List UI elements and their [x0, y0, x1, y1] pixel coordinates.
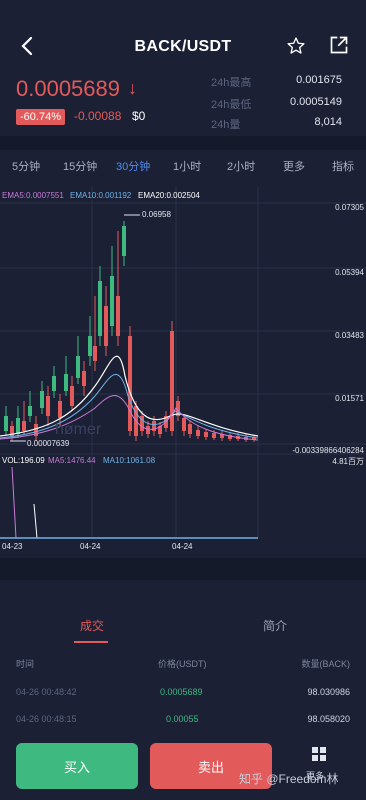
max-price-label: 0.06958 — [142, 210, 171, 219]
y-tick: -0.00339866406284 — [292, 446, 364, 455]
chart-watermark: hømer — [55, 421, 102, 438]
tab-1h[interactable]: 1小时 — [173, 158, 201, 174]
candle-body — [76, 356, 80, 378]
candle-body — [188, 424, 192, 434]
y-tick: 0.05394 — [335, 268, 364, 277]
tab-indicators[interactable]: 指标 — [332, 158, 354, 174]
y-tick: 0.07305 — [335, 203, 364, 212]
candle-body — [22, 421, 26, 431]
x-tick: 04-24 — [172, 542, 193, 551]
last-price: 0.0005689 — [16, 76, 120, 101]
tab-intro[interactable]: 简介 — [263, 617, 287, 634]
trade-time: 04-26 00:48:42 — [16, 687, 77, 697]
candlestick-svg: hømer — [0, 186, 366, 539]
candle-body — [128, 336, 132, 431]
candle-body — [116, 296, 120, 336]
change-amount: -0.00088 — [74, 109, 122, 123]
candle-body — [110, 276, 114, 326]
candle-body — [40, 391, 44, 408]
x-tick: 04-23 — [2, 542, 23, 551]
y-tick: 0.01571 — [335, 394, 364, 403]
column-quantity: 数量(BACK) — [301, 659, 350, 669]
bottom-action-bar: 买入 卖出 更多 — [0, 735, 366, 800]
kline-chart[interactable]: hømer — [0, 186, 366, 556]
tab-30min[interactable]: 30分钟 — [116, 158, 150, 174]
volume-max-label: 4.81百万 — [332, 457, 364, 466]
volume-value: 8,014 — [314, 116, 342, 128]
vol-ma10-label: MA10:1061.08 — [103, 456, 156, 465]
ema5-label: EMA5:0.0007551 — [2, 191, 64, 200]
candle-body — [93, 346, 97, 361]
high-label: 24h最高 — [211, 77, 252, 89]
watermark-text: 知乎 @Freedom林 — [239, 772, 339, 786]
candle-body — [28, 406, 32, 416]
divider — [0, 136, 366, 150]
tab-more[interactable]: 更多 — [283, 158, 305, 174]
candle-body — [82, 371, 86, 386]
column-price: 价格(USDT) — [158, 659, 207, 669]
vol-line — [33, 503, 38, 539]
low-value: 0.0005149 — [290, 96, 342, 108]
trade-time: 04-26 00:48:15 — [16, 714, 77, 724]
y-tick: 0.03483 — [335, 331, 364, 340]
candle-body — [196, 430, 200, 436]
divider — [0, 558, 366, 580]
vol-ma5-line — [11, 466, 17, 539]
candle-body — [104, 306, 108, 346]
tab-trades[interactable]: 成交 — [80, 617, 104, 634]
candle-body — [64, 374, 68, 391]
candle-body — [88, 336, 92, 356]
favorite-star-icon[interactable] — [286, 36, 306, 56]
buy-button[interactable]: 买入 — [16, 743, 138, 789]
tab-15min[interactable]: 15分钟 — [63, 158, 97, 174]
candle-body — [58, 401, 62, 418]
candle-body — [98, 281, 102, 336]
tab-2h[interactable]: 2小时 — [227, 158, 255, 174]
usd-value: $0 — [132, 109, 146, 123]
grid-menu-icon[interactable] — [311, 746, 327, 762]
ema10-label: EMA10:0.001192 — [70, 191, 132, 200]
min-price-label: 0.00007639 — [27, 439, 70, 448]
candle-body — [146, 426, 150, 434]
candle-body — [52, 376, 56, 391]
active-tab-indicator — [74, 641, 108, 643]
x-tick: 04-24 — [80, 542, 101, 551]
column-time: 时间 — [16, 659, 35, 669]
candle-body — [212, 433, 216, 438]
high-value: 0.001675 — [296, 74, 342, 86]
volume-label: 24h量 — [211, 119, 241, 131]
ema20-label: EMA20:0.002504 — [138, 191, 200, 200]
vol-label: VOL:196.09 — [2, 456, 45, 465]
tab-5min[interactable]: 5分钟 — [12, 158, 40, 174]
trade-price: 0.0005689 — [160, 687, 203, 697]
trade-price: 0.00055 — [166, 714, 199, 724]
candle-body — [204, 432, 208, 437]
vol-ma5-label: MA5:1476.44 — [48, 456, 96, 465]
trade-qty: 98.058020 — [307, 714, 350, 724]
candle-body — [46, 396, 50, 416]
candle-body — [4, 416, 8, 431]
candle-body — [16, 418, 20, 434]
candle-body — [70, 386, 74, 406]
down-arrow-icon: ↓ — [128, 78, 137, 98]
share-icon[interactable] — [329, 35, 349, 55]
low-label: 24h最低 — [211, 99, 252, 111]
pair-title: BACK/USDT — [134, 38, 232, 55]
change-percent-badge: -60.74% — [16, 109, 65, 125]
interval-tabs: 5分钟 15分钟 30分钟 1小时 2小时 更多 指标 — [0, 150, 366, 180]
candle-body — [122, 226, 126, 256]
candle-body — [182, 418, 186, 431]
trade-qty: 98.030986 — [307, 687, 350, 697]
